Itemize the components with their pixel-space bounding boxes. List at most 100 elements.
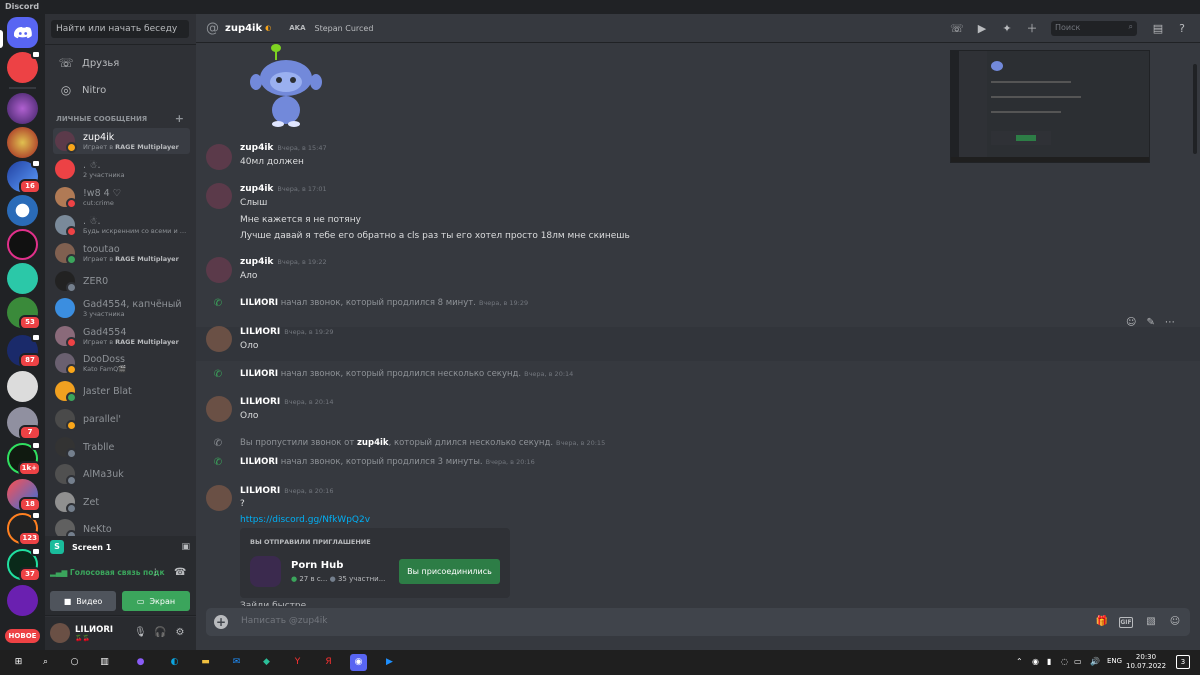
nitro-link[interactable]: ◎ Nitro	[53, 78, 189, 102]
gift-icon[interactable]: 🎁	[1095, 615, 1109, 629]
guild-dm-group[interactable]	[7, 50, 41, 83]
app-icon[interactable]: ▶	[381, 654, 398, 671]
message-author[interactable]: zup4ik Вчера, в 19:22	[240, 257, 327, 267]
dm-item[interactable]: parallel'	[53, 406, 190, 432]
screen-preview-icon[interactable]: ▣	[181, 542, 190, 552]
avatar[interactable]	[206, 183, 232, 209]
message-author[interactable]: LILИORI Вчера, в 20:14	[240, 397, 333, 407]
avatar[interactable]	[206, 485, 232, 511]
guild-icon[interactable]: 87	[7, 333, 41, 368]
guild-icon[interactable]: 1k+	[7, 441, 41, 476]
dm-item[interactable]: Jaster Blat	[53, 378, 190, 404]
noise-suppression-icon[interactable]: ⫶	[154, 568, 157, 579]
windows-start-icon[interactable]: ⊞	[10, 654, 27, 671]
guild-icon[interactable]: 18	[7, 479, 41, 512]
yandex-browser-icon[interactable]: Y	[289, 654, 306, 671]
message-author[interactable]: zup4ik Вчера, в 17:01	[240, 184, 327, 194]
edge-icon[interactable]: ◐	[166, 654, 183, 671]
clock[interactable]: 20:30 10.07.2022	[1126, 653, 1166, 671]
dm-item[interactable]: zup4ik Играет в RAGE Multiplayer	[53, 128, 190, 154]
guild-icon[interactable]	[7, 127, 38, 158]
screen-share-preview[interactable]	[950, 50, 1150, 163]
voice-call-icon[interactable]: ☏	[950, 22, 964, 36]
dm-item[interactable]: Gad4554, капчёный 3 участника	[53, 295, 190, 321]
edit-icon[interactable]: ✎	[1146, 317, 1154, 328]
discord-taskbar-icon[interactable]: ◉	[350, 654, 367, 671]
video-button[interactable]: ■ Видео	[50, 591, 116, 611]
tray-icon[interactable]: ▮	[1047, 657, 1051, 666]
guild-icon[interactable]: 16	[7, 159, 41, 194]
task-view-icon[interactable]: ▥	[96, 654, 113, 671]
disconnect-icon[interactable]: ☎	[174, 567, 186, 578]
guild-icon[interactable]	[7, 93, 38, 124]
mail-icon[interactable]: ✉	[228, 654, 245, 671]
add-reaction-icon[interactable]: ☺	[1126, 317, 1136, 328]
search-input[interactable]: Поиск ⌕	[1051, 21, 1137, 36]
pin-icon[interactable]: ✦	[1000, 22, 1014, 36]
dm-search-input[interactable]: Найти или начать беседу	[51, 20, 189, 38]
dm-item[interactable]: DooDoss Kato FamQ🎬	[53, 350, 190, 376]
dm-item[interactable]: . ☃. 2 участника	[53, 156, 190, 182]
cortana-icon[interactable]: ○	[66, 654, 83, 671]
notifications-icon[interactable]: 3	[1176, 655, 1190, 669]
alice-icon[interactable]: ●	[132, 654, 149, 671]
joined-button[interactable]: Вы присоединились	[399, 559, 500, 584]
guild-icon[interactable]	[7, 263, 38, 294]
add-friend-icon[interactable]: ＋	[1025, 22, 1039, 36]
dm-item[interactable]: . ☃. Будь искренним со всеми и р...	[53, 212, 190, 238]
help-icon[interactable]: ?	[1175, 22, 1189, 36]
avatar[interactable]	[206, 257, 232, 283]
attach-plus-icon[interactable]: +	[214, 615, 228, 629]
yandex-icon[interactable]: Я	[320, 654, 337, 671]
message-author[interactable]: LILИORI Вчера, в 19:29	[240, 327, 333, 337]
friends-link[interactable]: ☏ Друзья	[53, 51, 189, 75]
message-author[interactable]: zup4ik Вчера, в 15:47	[240, 143, 327, 153]
guild-icon[interactable]: 37	[7, 547, 41, 582]
dm-item[interactable]: Gad4554 Играет в RAGE Multiplayer	[53, 323, 190, 349]
voice-connected-status[interactable]: ▂▄▆ Голосовая связь подк	[50, 568, 190, 580]
guild-icon[interactable]: 123	[7, 511, 41, 546]
dm-item[interactable]: Trablle	[53, 434, 190, 460]
avatar[interactable]	[206, 144, 232, 170]
guild-icon[interactable]: 7	[7, 407, 41, 440]
more-icon[interactable]: ⋯	[1165, 317, 1175, 328]
gif-icon[interactable]: GIF	[1119, 617, 1133, 628]
invite-link[interactable]: https://discord.gg/NfkWpQ2v	[240, 515, 370, 525]
headphones-icon[interactable]: 🎧	[154, 627, 166, 639]
network-icon[interactable]: ▭	[1074, 657, 1082, 666]
guild-icon[interactable]: 53	[7, 297, 41, 330]
microphone-icon[interactable]: 🎙	[134, 627, 147, 639]
dm-item[interactable]: AlMa3uk	[53, 461, 190, 487]
search-icon[interactable]: ⌕	[37, 654, 54, 671]
guild-icon[interactable]	[7, 585, 38, 616]
dm-item[interactable]: ZER0	[53, 268, 190, 294]
avatar[interactable]	[50, 623, 70, 643]
dm-item[interactable]: tooutao Играет в RAGE Multiplayer	[53, 240, 190, 266]
guild-icon[interactable]	[7, 229, 38, 260]
home-button[interactable]	[7, 17, 38, 48]
create-dm-icon[interactable]: +	[175, 113, 184, 124]
video-call-icon[interactable]: ▶	[975, 22, 989, 36]
guild-icon[interactable]	[7, 371, 38, 402]
inbox-icon[interactable]: ▤	[1151, 22, 1165, 36]
emoji-icon[interactable]: ☺	[1168, 615, 1182, 629]
sticker-icon[interactable]: ▧	[1144, 615, 1158, 629]
dm-item[interactable]: Zet	[53, 489, 190, 515]
message-author[interactable]: LILИORI Вчера, в 20:16	[240, 486, 333, 496]
screen-share-button[interactable]: ▭ Экран	[122, 591, 190, 611]
message-composer[interactable]: + Написать @zup4ik 🎁 GIF ▧ ☺	[206, 608, 1190, 636]
app-icon[interactable]: ◆	[258, 654, 275, 671]
file-explorer-icon[interactable]: ▬	[197, 654, 214, 671]
language-indicator[interactable]: ENG	[1107, 657, 1122, 665]
avatar[interactable]	[206, 396, 232, 422]
tray-icon[interactable]: ◌	[1061, 657, 1068, 666]
tray-icon[interactable]: ◉	[1032, 657, 1039, 666]
gear-icon[interactable]: ⚙	[174, 627, 186, 639]
new-unreads-pill[interactable]: НОВОЕ	[5, 629, 40, 643]
tray-chevron-icon[interactable]: ⌃	[1016, 657, 1023, 666]
avatar[interactable]	[206, 326, 232, 352]
volume-icon[interactable]: 🔊	[1090, 657, 1100, 666]
guild-icon[interactable]	[7, 195, 38, 226]
dm-item[interactable]: !w8 4 ♡ cut:crime	[53, 184, 190, 210]
scrollbar[interactable]	[1193, 64, 1197, 154]
